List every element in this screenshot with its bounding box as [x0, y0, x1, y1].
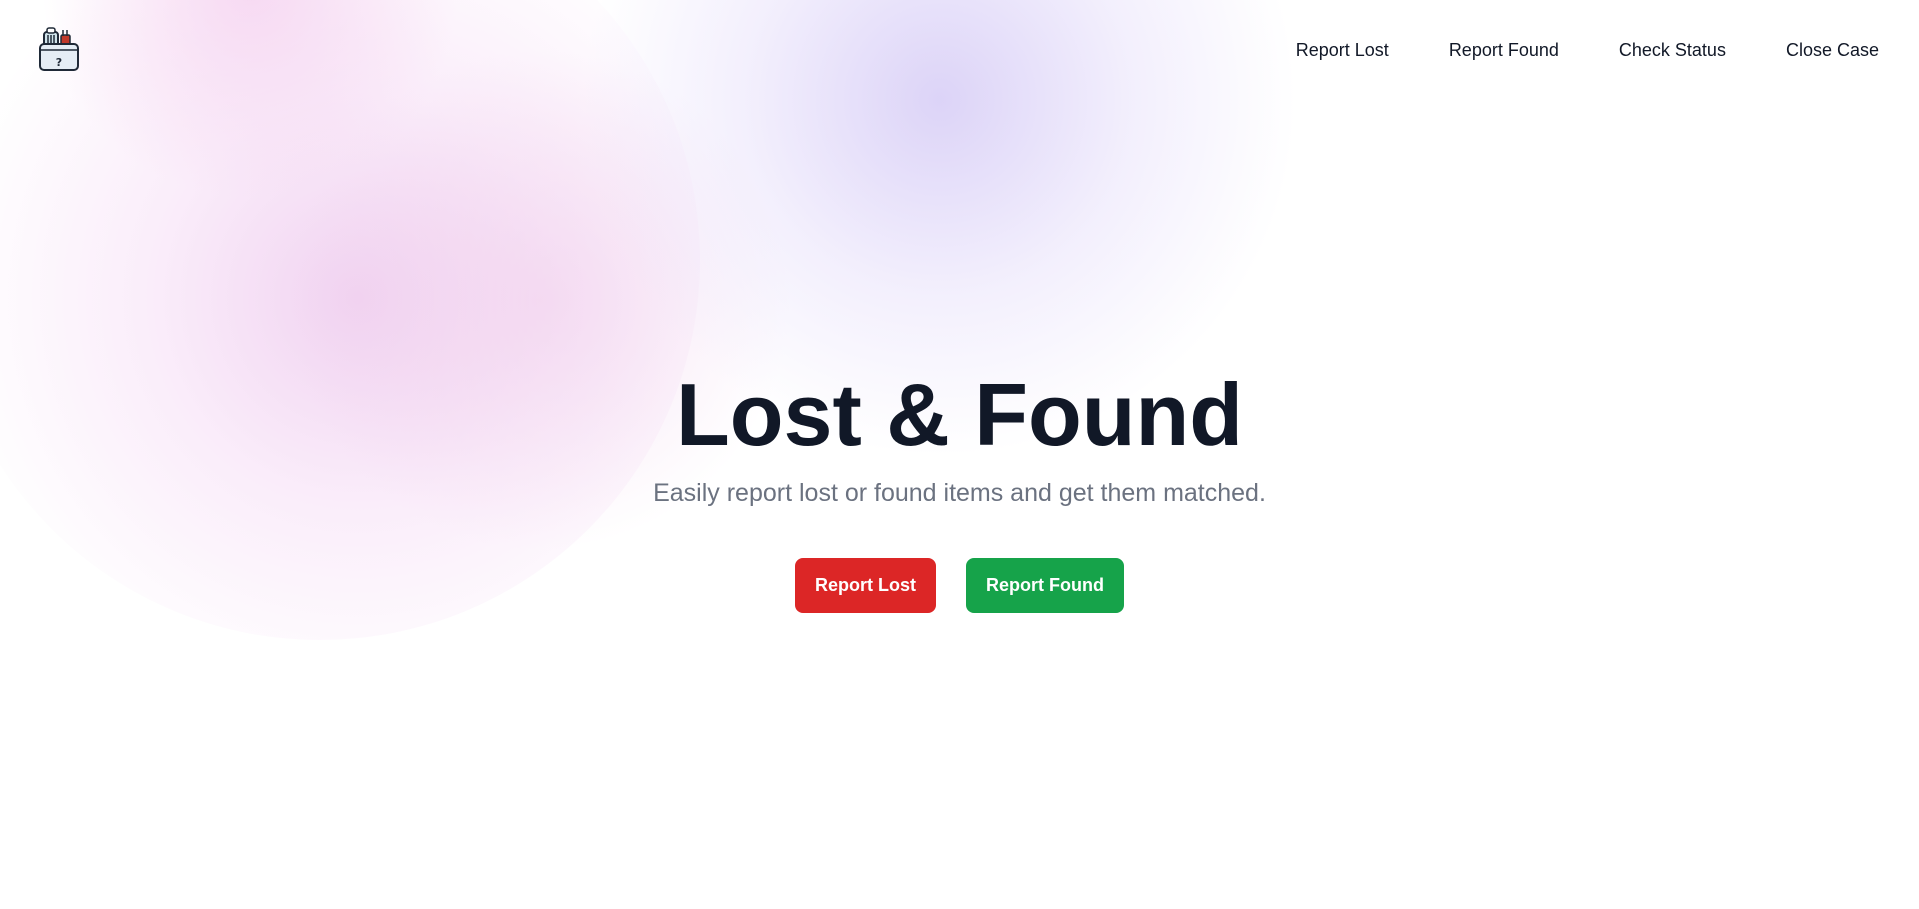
nav-close-case-link[interactable]: Close Case: [1786, 40, 1879, 61]
hero-section: Lost & Found Easily report lost or found…: [0, 360, 1919, 613]
navbar: ? Report Lost Report Found Check Status …: [0, 0, 1919, 104]
nav-report-lost-link[interactable]: Report Lost: [1296, 40, 1389, 61]
page-title: Lost & Found: [676, 365, 1243, 464]
nav-report-found-link[interactable]: Report Found: [1449, 40, 1559, 61]
logo-svg: ?: [39, 27, 79, 71]
page-subtitle: Easily report lost or found items and ge…: [653, 479, 1266, 507]
nav-links: Report Lost Report Found Check Status Cl…: [1296, 40, 1879, 61]
report-lost-button[interactable]: Report Lost: [795, 558, 936, 613]
nav-check-status-link[interactable]: Check Status: [1619, 40, 1726, 61]
lost-and-found-box-icon[interactable]: ?: [36, 26, 86, 74]
report-found-button[interactable]: Report Found: [966, 558, 1124, 613]
page: ? Report Lost Report Found Check Status …: [0, 0, 1919, 909]
svg-text:?: ?: [56, 56, 62, 69]
hero-buttons: Report Lost Report Found: [0, 558, 1919, 613]
